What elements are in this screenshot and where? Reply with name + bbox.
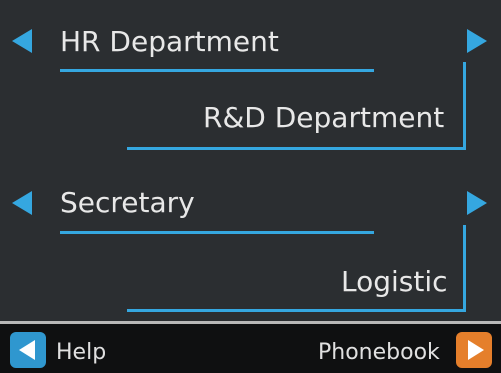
help-softkey-label[interactable]: Help (56, 339, 106, 367)
secretary-entry[interactable]: Secretary (60, 186, 195, 220)
row2-bracket (463, 225, 466, 312)
row2-next-arrow-icon[interactable] (467, 191, 487, 215)
row1-bracket (463, 62, 466, 150)
phonebook-softkey-label[interactable]: Phonebook (318, 339, 440, 367)
logistic-entry[interactable]: Logistic (341, 265, 448, 299)
row1-next-arrow-icon[interactable] (467, 29, 487, 53)
softkey-right-icon (468, 340, 484, 360)
hr-department-entry[interactable]: HR Department (60, 25, 279, 59)
secretary-underline (60, 231, 374, 234)
phonebook-softkey-button[interactable] (456, 332, 492, 368)
phone-screen: HR Department R&D Department Secretary L… (0, 0, 501, 373)
rd-department-underline (127, 147, 466, 150)
row1-prev-arrow-icon[interactable] (12, 29, 32, 53)
logistic-underline (127, 309, 466, 312)
hr-department-underline (60, 69, 374, 72)
help-softkey-button[interactable] (10, 332, 46, 368)
softkey-left-icon (19, 340, 35, 360)
row2-prev-arrow-icon[interactable] (12, 191, 32, 215)
rd-department-entry[interactable]: R&D Department (203, 101, 444, 135)
